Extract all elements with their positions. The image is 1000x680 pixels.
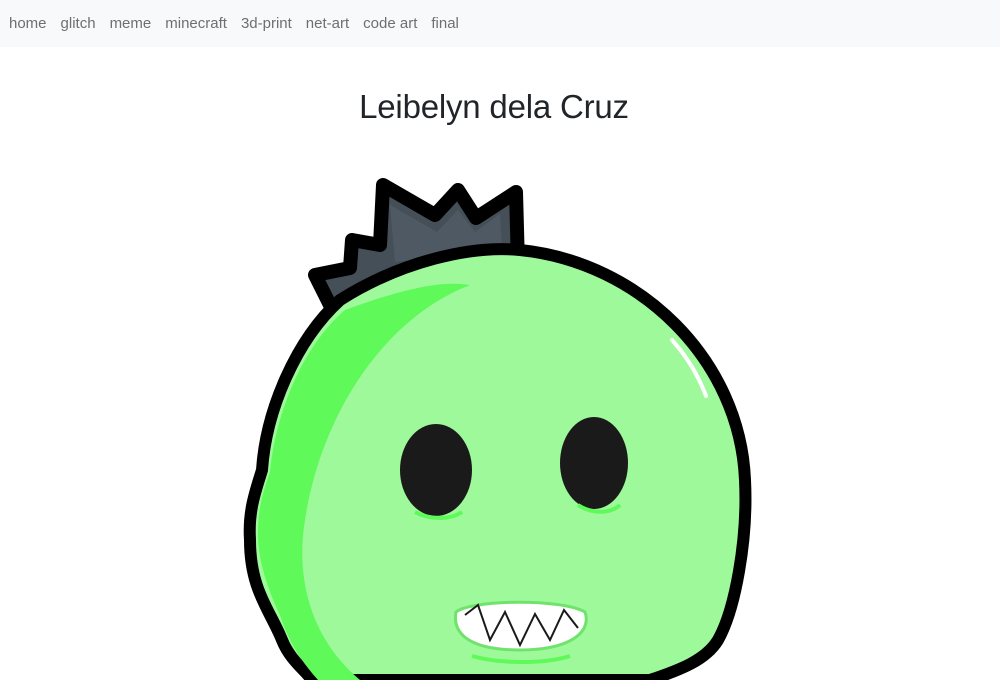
nav-link-3d-print[interactable]: 3d-print [241,15,292,32]
nav-link-glitch[interactable]: glitch [61,15,96,32]
nav-link-home[interactable]: home [9,15,47,32]
nav-link-final[interactable]: final [431,15,459,32]
nav-link-code-art[interactable]: code art [363,15,417,32]
nav-link-minecraft[interactable]: minecraft [165,15,227,32]
slime-monster-illustration [243,178,752,680]
nav-link-meme[interactable]: meme [110,15,152,32]
nav-link-net-art[interactable]: net-art [306,15,349,32]
page-title: Leibelyn dela Cruz [359,88,629,125]
top-navbar: home glitch meme minecraft 3d-print net-… [0,0,1000,47]
